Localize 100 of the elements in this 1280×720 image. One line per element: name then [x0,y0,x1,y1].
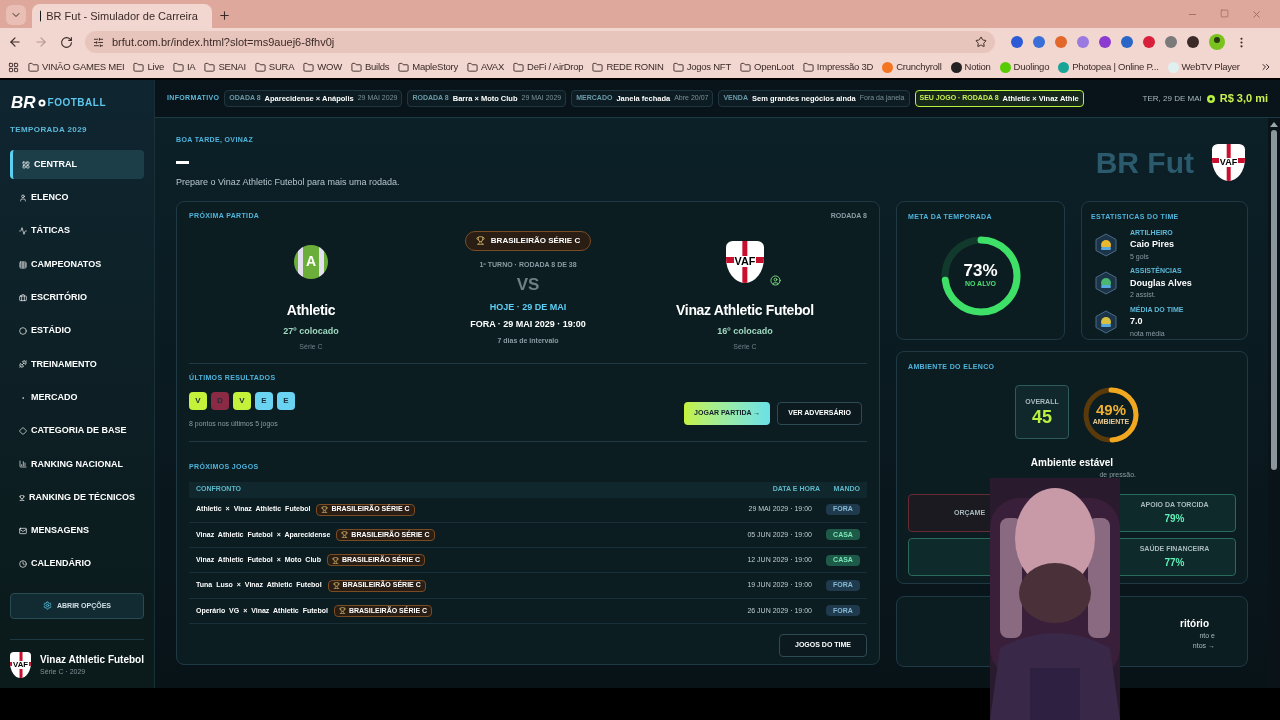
match-day: HOJE · 29 DE MAI [489,300,567,314]
folder-icon [672,61,684,73]
tab-search-button[interactable] [6,5,26,25]
season-label: TEMPORADA 2029 [10,124,88,136]
profile-avatar-icon[interactable] [1209,34,1225,50]
reload-icon[interactable] [60,35,73,49]
url-text: brfut.com.br/index.html?slot=ms9auej6-8fhv0j [112,34,336,50]
grid-icon [22,160,30,169]
nav-item[interactable]: TREINAMENTO [10,349,144,380]
team-name: Athletic [286,300,336,320]
versus-label: VS [516,274,540,296]
bookmark[interactable]: Notion [950,59,991,75]
trophy-icon [341,531,349,539]
apps-icon[interactable] [8,61,19,73]
bookmark-star-icon[interactable] [975,36,987,48]
bookmark[interactable]: IA [172,59,196,75]
result-chip: E [277,392,295,410]
stat-value: 7.0 [1130,315,1144,328]
bookmark[interactable]: WebTV Player [1167,59,1240,75]
bookmark[interactable]: VINÃO GAMES MEI [28,59,125,75]
tile-value: 79% [1164,511,1185,526]
tile-value: 77% [1164,555,1185,570]
trophy-icon [332,582,340,590]
bookmark[interactable]: Jogos NFT [672,59,731,75]
tab-title: BR Fut - Simulador de Carreira [46,8,198,24]
hexagon-badge-icon [1094,309,1118,334]
nav-item[interactable]: CAMPEONATOS [10,249,144,280]
watermark-text: BR Fut [1095,144,1194,181]
coin-icon [1206,94,1215,103]
bookmark[interactable]: REDE RONIN [592,59,664,75]
new-tab-icon[interactable] [218,9,231,22]
stat-value: Douglas Alves [1130,276,1192,290]
folder-icon [172,61,184,73]
diamond-icon [19,427,27,435]
table-icon [19,260,27,269]
mood-percent: 49% [1096,401,1126,417]
bookmark[interactable]: Live [133,59,164,75]
bookmark[interactable]: Builds [350,59,390,75]
folder-icon [740,61,751,73]
user-icon [19,193,27,202]
trophy-icon [331,556,339,564]
bookmark[interactable]: Crunchyroll [882,59,942,75]
dumbbell-icon [19,360,27,369]
extension-icon[interactable] [1099,36,1111,48]
folder-icon [513,61,525,73]
nav-item[interactable]: ELENCO [10,183,144,213]
page-subtitle: Prepare o Vinaz Athletic Futebol para mais uma rodada. [176,175,400,189]
bookmark[interactable]: Duolingo [999,59,1050,75]
match-detail: FORA · 29 MAI 2029 · 19:00 [470,318,586,331]
bookmark[interactable]: AVAX [467,59,505,75]
nav-item[interactable]: RANKING NACIONAL [10,449,144,479]
folder-icon [398,61,410,73]
briefcase-icon [19,293,27,302]
nav-item[interactable]: RANKING DE TÉCNICOS [10,482,144,513]
folder-icon [802,61,814,73]
ball-icon [37,98,46,107]
club-name: Vinaz Athletic Futebol [40,653,144,668]
site-info-icon[interactable] [93,36,104,48]
competition-badge: BRASILEIRÃO SÉRIE C [464,230,592,251]
team-position: 27º colocado [283,324,339,338]
pulse-icon [19,227,27,236]
nav-item[interactable]: ESTÁDIO [10,316,144,346]
crest-letters: VAF [733,256,757,267]
nav-item[interactable]: TÁTICAS [10,216,144,246]
trophy-icon [19,493,25,502]
bookmark[interactable]: Photopea | Online P... [1058,59,1159,75]
team-name: Vinaz Athletic Futebol [676,300,814,320]
back-icon[interactable] [8,35,22,49]
nav-item[interactable]: MENSAGENS [10,516,144,546]
bookmark[interactable]: MapleStory [398,59,459,75]
current-date: TER, 29 DE MAI [1142,92,1202,105]
extension-icon[interactable] [1187,36,1199,48]
app-logo: BR FOOTBALL [10,94,107,111]
result-chip: V [233,392,251,410]
clock-icon [19,560,27,569]
nav-item[interactable]: CATEGORIA DE BASE [10,416,144,446]
browser-tab[interactable]: BR Fut - Simulador de Carreira [32,4,212,28]
nav-item[interactable]: ESCRITÓRIO [10,283,144,313]
bookmark[interactable]: SENAI [204,59,246,75]
bookmark[interactable]: Impressão 3D [802,59,874,75]
address-field[interactable]: brfut.com.br/index.html?slot=ms9auej6-8fhv0j [85,31,995,53]
nav-item[interactable]: MERCADO [10,383,144,413]
extension-icon[interactable] [1011,36,1023,48]
bookmark[interactable]: DeFi / AirDrop [513,59,584,75]
bookmark[interactable]: OpenLoot [740,59,794,75]
hexagon-badge-icon [1094,271,1118,296]
mail-icon [19,526,27,535]
result-chip: V [189,392,207,410]
goal-percent: 73% [963,261,998,279]
nav-item[interactable]: CENTRAL [10,150,144,180]
settings-icon [42,601,52,611]
nav-item[interactable]: CALENDÁRIO [10,549,144,579]
folder-icon [592,61,604,73]
more-bookmarks-icon[interactable] [1260,61,1272,73]
bookmark[interactable]: WOW [303,59,342,75]
result-chip: D [211,392,229,410]
bookmark[interactable]: SURA [254,59,295,75]
folder-icon [204,61,216,73]
trophy-icon [338,607,346,615]
team-position: 16º colocado [717,324,773,338]
